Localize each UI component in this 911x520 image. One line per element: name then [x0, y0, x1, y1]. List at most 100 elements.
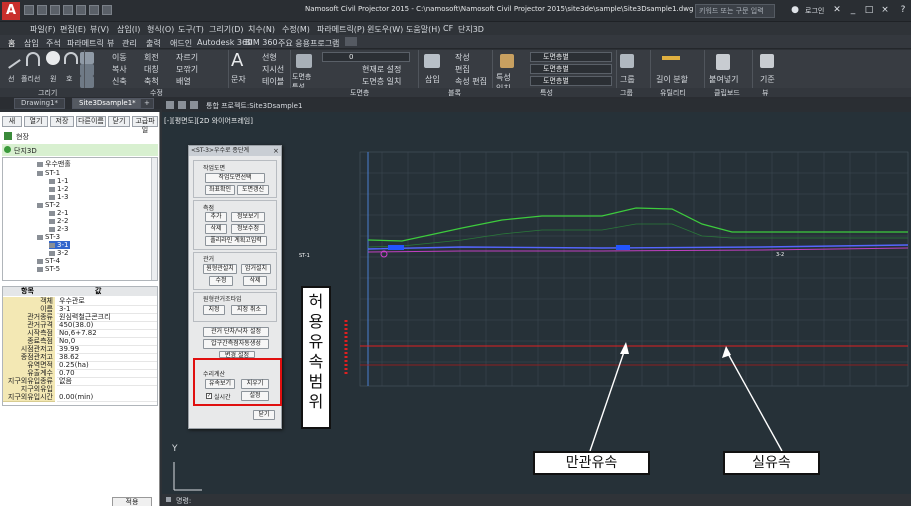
- app-logo-icon[interactable]: A: [2, 2, 20, 20]
- polyline-label[interactable]: 폴리선: [21, 74, 40, 84]
- save-button[interactable]: 저장: [50, 116, 74, 127]
- apply-button[interactable]: 적용: [112, 497, 152, 506]
- exchange-icon[interactable]: ✕: [830, 4, 844, 16]
- open-icon[interactable]: [37, 5, 47, 15]
- match-layer-label[interactable]: 도면층 일치: [362, 76, 401, 87]
- property-row[interactable]: 시작측점 No,6+7.82: [3, 329, 157, 338]
- pipe-drop-setup-button[interactable]: 관거 단차/낙차 설정: [203, 327, 269, 337]
- menu-item-parametric[interactable]: 파라메트릭(P): [317, 24, 365, 35]
- property-row[interactable]: 관거종류 원심력철근콘크리: [3, 313, 157, 322]
- paste-label[interactable]: 붙여넣기: [709, 74, 738, 85]
- hatch-icon[interactable]: [80, 64, 94, 76]
- update-drawing-button[interactable]: 도면갱신: [237, 185, 269, 195]
- menu-item-edit[interactable]: 편집(E): [60, 24, 86, 35]
- search-input[interactable]: 키워드 또는 구문 입력: [695, 4, 775, 18]
- rotate-label[interactable]: 회전: [144, 52, 159, 63]
- menu-item-view[interactable]: 뷰(V): [90, 24, 109, 35]
- property-row[interactable]: 종료측점 No,0: [3, 337, 157, 346]
- undo-icon[interactable]: [89, 5, 99, 15]
- edit-block-label[interactable]: 편집: [455, 64, 470, 75]
- minimize-icon[interactable]: _: [846, 4, 860, 16]
- info-view-button[interactable]: 정보보기: [231, 212, 265, 222]
- copy-label[interactable]: 복사: [112, 64, 127, 75]
- line-label[interactable]: 선: [8, 74, 14, 84]
- linear-label[interactable]: 선형: [262, 52, 277, 63]
- menu-item-format[interactable]: 형식(O): [147, 24, 174, 35]
- property-row[interactable]: 관거규격 450(38.0): [3, 321, 157, 330]
- group-label[interactable]: 그룹: [620, 74, 635, 85]
- circle-label[interactable]: 원: [50, 74, 56, 84]
- polyline-icon[interactable]: [26, 52, 40, 66]
- viewport-label[interactable]: [-][평면도][2D 와이어프레임]: [164, 116, 253, 126]
- insert-block-icon[interactable]: [424, 54, 440, 68]
- tab-view[interactable]: 뷰: [107, 38, 114, 49]
- advanced-file-button[interactable]: 고급파일: [132, 116, 158, 134]
- set-current-label[interactable]: 현재로 설정: [362, 64, 401, 75]
- paste-icon[interactable]: [716, 54, 730, 70]
- new-icon[interactable]: [24, 5, 34, 15]
- panel-pin-icon[interactable]: [178, 101, 186, 109]
- layer-properties-icon[interactable]: [296, 54, 312, 68]
- arc-label[interactable]: 호: [66, 74, 72, 84]
- tree-node[interactable]: 3-2: [49, 249, 68, 257]
- tab-drawing1[interactable]: Drawing1*: [14, 98, 66, 109]
- tree-node[interactable]: 우수맨홀: [37, 160, 71, 168]
- property-row[interactable]: 지구외유입종류 없음: [3, 377, 157, 386]
- tab-insert[interactable]: 삽입: [24, 38, 39, 49]
- tree-node[interactable]: ST-3: [37, 233, 60, 241]
- tree-node[interactable]: ST-5: [37, 265, 60, 273]
- property-row[interactable]: 유출계수 0.70: [3, 369, 157, 378]
- save-as-button[interactable]: 다른이름: [76, 116, 106, 127]
- extra-setting-button[interactable]: 변경 설정: [219, 351, 255, 359]
- redo-icon[interactable]: [102, 5, 112, 15]
- coord-check-button[interactable]: 좌표확인: [205, 185, 235, 195]
- tab-featured-apps[interactable]: 주요 응용프로그램: [278, 38, 339, 49]
- new-button[interactable]: 새: [2, 116, 22, 127]
- help-icon[interactable]: ?: [896, 4, 910, 16]
- menu-item-dimension[interactable]: 치수(N): [248, 24, 275, 35]
- tree-node[interactable]: 2-1: [49, 209, 68, 217]
- menu-item-modify[interactable]: 수정(M): [282, 24, 310, 35]
- menu-item-draw[interactable]: 그리기(D): [209, 24, 243, 35]
- base-label[interactable]: 기준: [760, 74, 775, 85]
- match-properties-icon[interactable]: [500, 54, 514, 68]
- tab-annotate[interactable]: 주석: [46, 38, 61, 49]
- tree-root-label[interactable]: 현장: [16, 132, 29, 142]
- tree-node[interactable]: ST-1: [37, 169, 60, 177]
- unassign-button[interactable]: 지정 취소: [231, 305, 267, 315]
- pipe-edit-button[interactable]: 수정: [209, 276, 233, 286]
- menu-item-window[interactable]: 윈도우(W): [367, 24, 403, 35]
- tree-node[interactable]: ST-4: [37, 257, 60, 265]
- property-row[interactable]: 지구외유입: [3, 385, 157, 394]
- close-icon[interactable]: ×: [878, 4, 892, 16]
- text-label[interactable]: 문자: [231, 74, 246, 85]
- stretch-label[interactable]: 신축: [112, 76, 127, 87]
- tab-bim360[interactable]: BIM 360: [245, 38, 278, 47]
- scale-label[interactable]: 축척: [144, 76, 159, 87]
- property-row[interactable]: 이름 3-1: [3, 305, 157, 314]
- close-button[interactable]: 닫기: [108, 116, 130, 127]
- line-icon[interactable]: [1, 49, 21, 69]
- fillet-label[interactable]: 모깎기: [176, 64, 198, 75]
- lineweight-dropdown[interactable]: 도면층별: [530, 76, 612, 86]
- menu-item-site3d[interactable]: 단지3D: [458, 24, 484, 35]
- table-label[interactable]: 테이블: [262, 76, 284, 87]
- print-icon[interactable]: [76, 5, 86, 15]
- saveas-icon[interactable]: [63, 5, 73, 15]
- open-button[interactable]: 열기: [24, 116, 48, 127]
- tree-node[interactable]: 1-2: [49, 185, 68, 193]
- move-label[interactable]: 이동: [112, 52, 127, 63]
- tab-addins[interactable]: 애드인: [170, 38, 192, 49]
- select-work-button[interactable]: 작업도면선택: [205, 173, 265, 183]
- tab-output[interactable]: 출력: [146, 38, 161, 49]
- login-label[interactable]: 로그인: [805, 6, 824, 16]
- leader-label[interactable]: 지시선: [262, 64, 284, 75]
- tree-node[interactable]: 2-2: [49, 217, 68, 225]
- mirror-label[interactable]: 대칭: [144, 64, 159, 75]
- menu-item-file[interactable]: 파일(F): [30, 24, 56, 35]
- draw-more-icon[interactable]: [80, 52, 94, 64]
- tab-home[interactable]: 홈: [8, 38, 15, 49]
- tree-header-row[interactable]: 단지3D: [2, 144, 158, 156]
- manhole-install-button[interactable]: 원형관설치: [203, 264, 237, 274]
- pressure-auto-button[interactable]: 압구간측점자동생성: [203, 339, 269, 349]
